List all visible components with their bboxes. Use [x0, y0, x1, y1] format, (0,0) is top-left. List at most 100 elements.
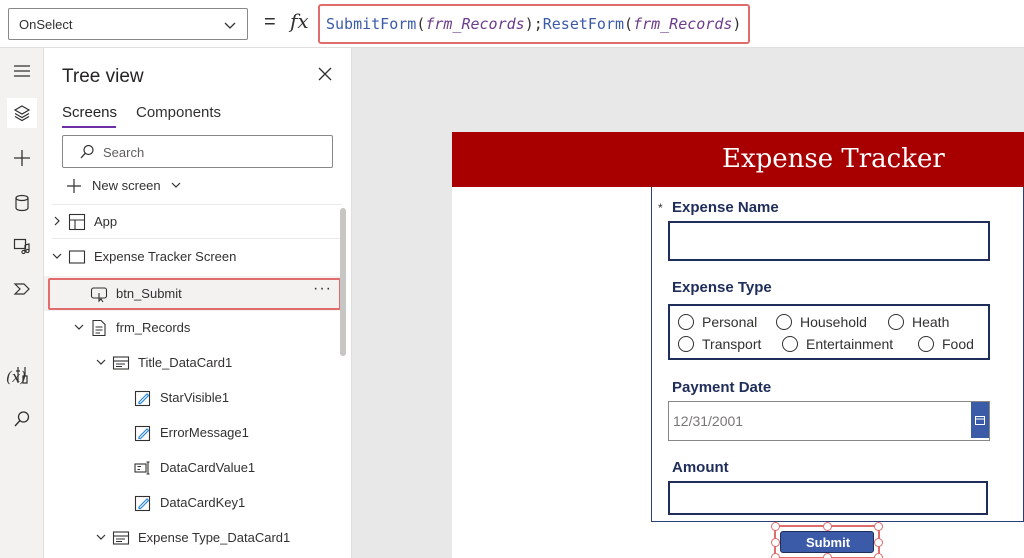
tree-item-label-control[interactable]: DataCardKey1 [44, 485, 344, 520]
tree-item-label: App [94, 214, 118, 229]
tree-item-frm-records[interactable]: frm_Records [44, 310, 344, 345]
design-canvas: Expense Tracker * Expense Name Expense T… [352, 48, 1024, 558]
app-screen: Expense Tracker * Expense Name Expense T… [452, 132, 1024, 558]
app-icon [68, 213, 86, 231]
submit-button[interactable]: Submit [780, 531, 874, 553]
search-icon[interactable] [7, 404, 37, 434]
plus-icon[interactable] [7, 143, 37, 173]
property-dropdown[interactable]: OnSelect [8, 8, 248, 40]
chevron-down-icon [96, 359, 106, 365]
tree-item-label: StarVisible1 [160, 390, 230, 405]
formula-paren: ) [732, 15, 742, 33]
radio-circle [776, 314, 792, 330]
database-icon[interactable] [7, 188, 37, 218]
app-header: Expense Tracker [452, 132, 1024, 187]
resize-handle[interactable] [823, 522, 832, 531]
tree-item-label: Expense Type_DataCard1 [138, 530, 291, 545]
tree-item-label: ErrorMessage1 [160, 425, 249, 440]
resize-handle[interactable] [874, 553, 883, 558]
tree-item-app[interactable]: App [44, 204, 344, 239]
hamburger-icon[interactable] [7, 56, 37, 86]
tree-item-label-control[interactable]: StarVisible1 [44, 380, 344, 415]
search-input[interactable]: Search [62, 135, 333, 168]
new-screen-label: New screen [92, 178, 161, 193]
expense-name-input[interactable] [668, 221, 990, 261]
resize-handle[interactable] [874, 522, 883, 531]
formula-separator: ); [524, 15, 543, 33]
expense-type-label: Expense Type [672, 279, 772, 296]
tree-item-label: DataCardValue1 [160, 460, 256, 475]
power-automate-icon[interactable] [7, 274, 37, 304]
edit-label-icon [134, 390, 151, 407]
chevron-down-icon [74, 324, 84, 330]
datacard-icon [112, 531, 130, 545]
tree-item-label: frm_Records [116, 320, 191, 335]
tree-item-label-control[interactable]: ErrorMessage1 [44, 415, 344, 450]
payment-date-value: 12/31/2001 [673, 413, 744, 429]
expense-form: * Expense Name Expense Type Personal Hou… [651, 187, 1024, 522]
chevron-down-icon [96, 534, 106, 540]
tree-item-label: Expense Tracker Screen [94, 249, 237, 264]
amount-input[interactable] [668, 481, 988, 515]
media-icon[interactable] [7, 231, 37, 261]
radio-circle [918, 336, 934, 352]
search-placeholder: Search [103, 145, 145, 160]
datacard-icon [112, 356, 130, 370]
chevron-right-icon [54, 216, 60, 226]
resize-handle[interactable] [823, 553, 832, 558]
tree-item-screen[interactable]: Expense Tracker Screen [44, 239, 344, 274]
tree-scrollbar[interactable] [340, 208, 346, 356]
left-rail: (x) [0, 48, 44, 558]
tree-view-panel: Tree view Screens Components Search New … [44, 48, 352, 558]
tab-screens[interactable]: Screens [62, 104, 117, 121]
radio-label: Personal [702, 314, 758, 330]
property-value: OnSelect [19, 17, 73, 32]
resize-handle[interactable] [771, 553, 780, 558]
close-icon[interactable] [317, 66, 333, 82]
resize-handle[interactable] [874, 538, 883, 547]
formula-function: SubmitForm [326, 15, 417, 33]
plus-icon [67, 179, 81, 193]
resize-handle[interactable] [771, 538, 780, 547]
edit-label-icon [134, 495, 151, 512]
search-icon [80, 144, 94, 159]
app-title: Expense Tracker [722, 144, 945, 174]
radio-label: Heath [912, 314, 950, 330]
text-input-icon [134, 461, 150, 475]
calendar-button[interactable] [971, 402, 989, 438]
tree-item-datacard[interactable]: Title_DataCard1 [44, 345, 344, 380]
tools-icon[interactable] [7, 360, 37, 390]
amount-label: Amount [672, 459, 729, 476]
radio-label: Food [942, 336, 974, 352]
layers-icon[interactable] [7, 98, 37, 128]
tree-item-text-input[interactable]: DataCardValue1 [44, 450, 344, 485]
chevron-down-icon [52, 253, 62, 259]
radio-circle [678, 314, 694, 330]
form-icon [92, 319, 106, 337]
formula-input[interactable]: SubmitForm(frm_Records);ResetForm(frm_Re… [318, 4, 750, 44]
radio-label: Household [800, 314, 867, 330]
tree-item-datacard[interactable]: Expense Type_DataCard1 [44, 520, 344, 555]
required-star: * [658, 201, 663, 215]
radio-label: Transport [702, 336, 762, 352]
formula-paren: ( [624, 15, 634, 33]
tree-view-title: Tree view [62, 66, 144, 87]
tab-components[interactable]: Components [136, 104, 221, 121]
resize-handle[interactable] [771, 522, 780, 531]
submit-label: Submit [805, 535, 851, 550]
radio-label: Entertainment [806, 336, 894, 352]
expense-name-label: Expense Name [672, 199, 779, 216]
formula-bar: OnSelect = fx SubmitForm(frm_Records);Re… [0, 0, 1024, 48]
chevron-down-icon [171, 182, 181, 188]
radio-circle [678, 336, 694, 352]
chevron-down-icon [224, 22, 236, 29]
submit-selection: Submit [771, 522, 883, 558]
payment-date-picker[interactable]: 12/31/2001 [668, 401, 990, 441]
tab-underline [62, 126, 116, 128]
formula-argument: frm_Records [425, 15, 525, 33]
tree-item-label: DataCardKey1 [160, 495, 246, 510]
calendar-icon [975, 416, 985, 425]
screen-icon [68, 250, 86, 264]
expense-type-radio-group: Personal Household Heath Transport Enter… [668, 304, 990, 360]
formula-paren: ( [416, 15, 426, 33]
